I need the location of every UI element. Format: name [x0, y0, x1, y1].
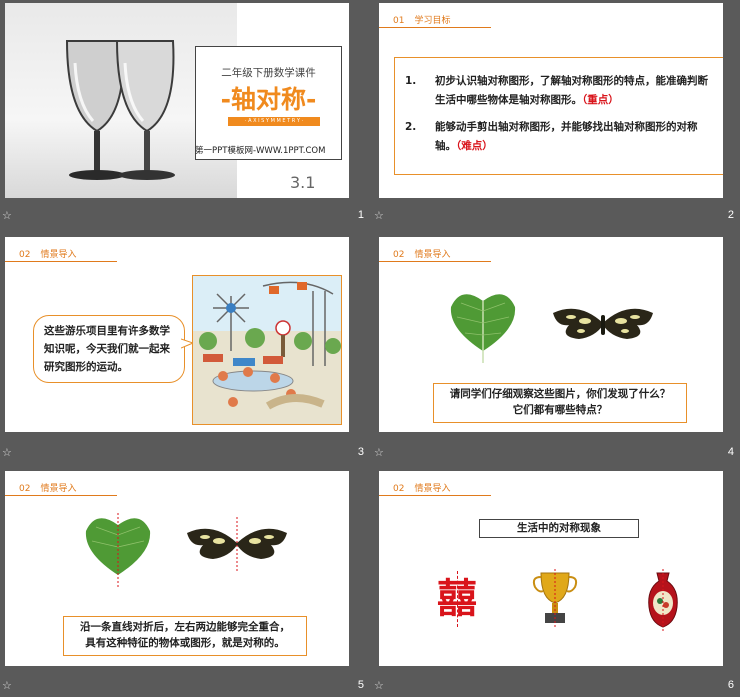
slide-6[interactable]: 02 情景导入 生活中的对称现象 囍	[379, 471, 723, 666]
course-title: -轴对称-	[220, 85, 317, 114]
slide-2[interactable]: 01 学习目标 1. 初步认识轴对称图形，了解轴对称图形的特点，能准确判断生活中哪…	[379, 3, 723, 198]
header-underline	[379, 27, 491, 28]
slide-header: 02 情景导入	[393, 484, 451, 494]
trophy-icon	[532, 569, 578, 629]
slide-3-footer: ☆ 3	[0, 443, 370, 464]
slide-header: 02 情景导入	[393, 250, 451, 260]
site-text: 第一PPT模板网-WWW.1PPT.COM	[195, 146, 326, 156]
vase-icon	[648, 569, 678, 631]
amusement-park-illustration	[192, 275, 342, 425]
objectives-box: 1. 初步认识轴对称图形，了解轴对称图形的特点，能准确判断生活中哪些物体是轴对称…	[394, 57, 723, 175]
slide-number: 6	[727, 679, 734, 691]
slide-1[interactable]: 二年级下册数学课件 -轴对称- · A X I S Y M M E T R Y …	[5, 3, 349, 198]
star-icon[interactable]: ☆	[374, 446, 384, 459]
slide-number: 1	[357, 209, 364, 221]
question-box: 请同学们仔细观察这些图片，你们发现了什么？ 它们都有哪些特点？	[433, 383, 687, 423]
slide-header: 02 情景导入	[19, 484, 77, 494]
header-underline	[379, 495, 491, 496]
title-box: 二年级下册数学课件 -轴对称- · A X I S Y M M E T R Y …	[195, 46, 342, 160]
star-icon[interactable]: ☆	[2, 679, 12, 692]
slide-1-footer: ☆ 1	[0, 206, 370, 227]
butterfly-with-axis-image	[187, 517, 287, 573]
slide-4[interactable]: 02 情景导入 请同学们仔细观察这些图片，你们发现了什么？ 它们都有哪些特点？	[379, 237, 723, 432]
definition-box: 沿一条直线对折后，左右两边能够完全重合， 具有这种特征的物体或图形，就是对称的。	[63, 616, 307, 656]
title-box: 生活中的对称现象	[479, 519, 639, 538]
slide-header: 02 情景导入	[19, 250, 77, 260]
leaf-with-axis-image	[85, 513, 151, 589]
star-icon[interactable]: ☆	[2, 446, 12, 459]
slide-number: 3	[357, 446, 364, 458]
slide-3[interactable]: 02 情景导入 这些游乐项目里有许多数学知识呢，今天我们就一起来研究图形的运动。	[5, 237, 349, 432]
header-underline	[379, 261, 491, 262]
leaf-image	[450, 294, 516, 363]
slide-5[interactable]: 02 情景导入 沿一条直线对折后，左右两边能够完全重合， 具有这种特征的物体或图形…	[5, 471, 349, 666]
slide-header: 01 学习目标	[393, 16, 451, 26]
header-underline	[5, 495, 117, 496]
slide-number: 5	[357, 679, 364, 691]
english-banner: · A X I S Y M M E T R Y ·	[228, 117, 320, 126]
double-happiness-icon: 囍	[435, 569, 479, 629]
slide-4-footer: ☆ 4	[372, 443, 740, 464]
objective-1: 1. 初步认识轴对称图形，了解轴对称图形的特点，能准确判断生活中哪些物体是轴对称…	[405, 75, 708, 106]
star-icon[interactable]: ☆	[374, 209, 384, 222]
star-icon[interactable]: ☆	[2, 209, 12, 222]
section-number: 3.1	[290, 173, 316, 192]
butterfly-image	[553, 308, 653, 339]
star-icon[interactable]: ☆	[374, 679, 384, 692]
slide-number: 2	[727, 209, 734, 221]
slide-2-footer: ☆ 2	[372, 206, 740, 227]
slide-number: 4	[727, 446, 734, 458]
course-subtitle: 二年级下册数学课件	[221, 67, 316, 79]
header-underline	[5, 261, 117, 262]
objective-2: 2. 能够动手剪出轴对称图形，并能够找出轴对称图形的对称轴。（难点）	[405, 121, 698, 152]
speech-bubble: 这些游乐项目里有许多数学知识呢，今天我们就一起来研究图形的运动。	[33, 315, 185, 383]
